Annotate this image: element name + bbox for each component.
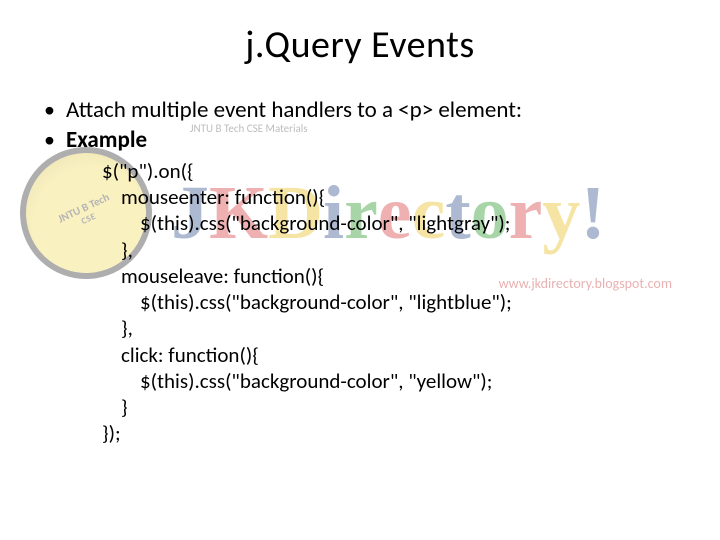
slide-title: j.Query Events bbox=[28, 22, 692, 68]
code-example: $("p").on({ mouseenter: function(){ $(th… bbox=[28, 158, 692, 447]
slide-content: j.Query Events Attach multiple event han… bbox=[0, 0, 720, 540]
bullet-text: Attach multiple event handlers to a <p> … bbox=[66, 96, 522, 124]
bullet-list: Attach multiple event handlers to a <p> … bbox=[28, 96, 692, 156]
bullet-text: Example bbox=[66, 126, 147, 154]
bullet-item: Attach multiple event handlers to a <p> … bbox=[38, 96, 692, 125]
bullet-item: Example bbox=[38, 126, 692, 155]
